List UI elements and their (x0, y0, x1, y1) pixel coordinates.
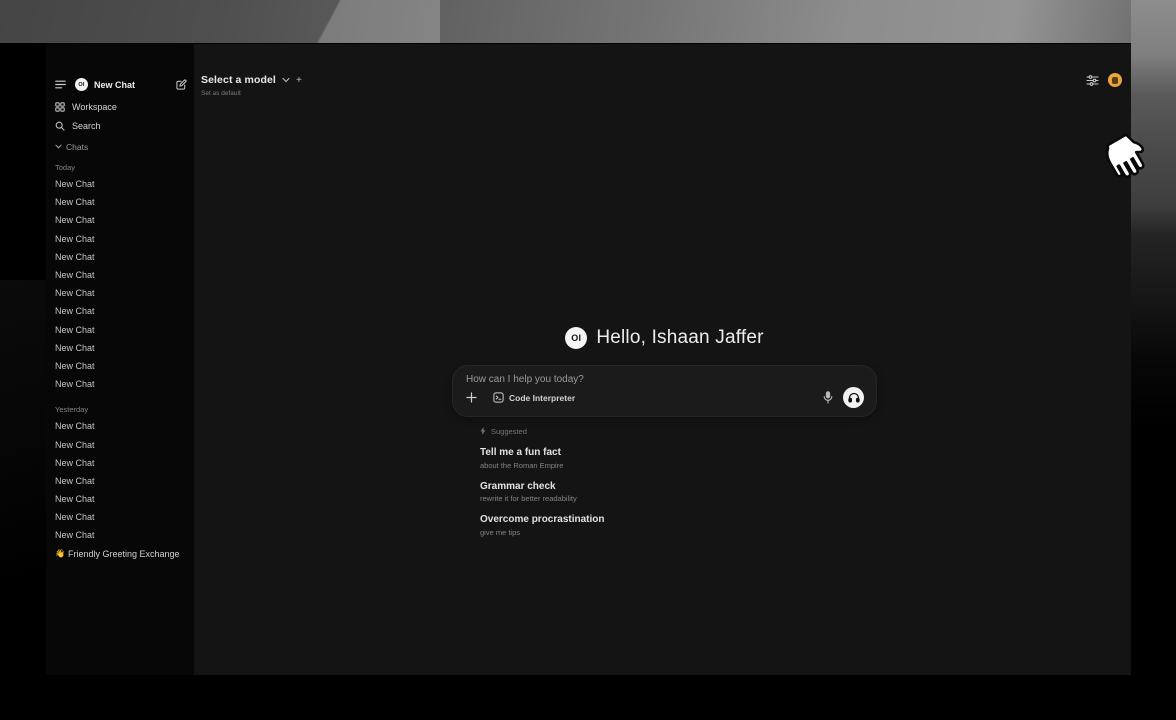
chat-list-item[interactable]: New Chat (55, 193, 187, 211)
group-label: Today (55, 157, 187, 175)
sidebar-header: OI New Chat (55, 77, 187, 92)
chat-list-item[interactable]: New Chat (55, 375, 187, 393)
chat-list-item[interactable]: New Chat (55, 211, 187, 229)
chat-list-item[interactable]: New Chat (55, 490, 187, 508)
desktop-background: OI New Chat Workspace Search (0, 0, 1176, 720)
chat-list-yesterday: New ChatNew ChatNew ChatNew ChatNew Chat… (55, 417, 187, 544)
named-chat-label: Friendly Greeting Exchange (68, 549, 180, 559)
chevron-down-icon[interactable] (282, 77, 290, 83)
chat-list-item[interactable]: New Chat (55, 339, 187, 357)
suggested-item-title: Grammar check (480, 481, 877, 493)
code-interpreter-label: Code Interpreter (509, 393, 575, 403)
suggested-item-title: Tell me a fun fact (480, 447, 877, 459)
chat-list-item[interactable]: New Chat (55, 248, 187, 266)
suggested-item-subtitle: give me tips (480, 528, 877, 537)
workspace-grid-icon (55, 102, 65, 112)
suggested-label: Suggested (491, 427, 527, 436)
microphone-icon[interactable] (823, 391, 833, 404)
suggested-item[interactable]: Grammar check rewrite it for better read… (480, 481, 877, 504)
chat-group-today: Today New ChatNew ChatNew ChatNew ChatNe… (55, 157, 187, 393)
chat-list-item[interactable]: New Chat (55, 417, 187, 435)
chat-list-item[interactable]: New Chat (55, 508, 187, 526)
chevron-down-icon (55, 144, 62, 149)
sidebar-toggle-icon[interactable] (55, 80, 66, 89)
search-label: Search (72, 121, 101, 131)
suggested-item-subtitle: rewrite it for better readability (480, 494, 877, 503)
search-icon (55, 121, 65, 131)
composer-toolbar: Code Interpreter (466, 387, 864, 408)
suggested-item-subtitle: about the Roman Empire (480, 461, 877, 470)
wallpaper-right-band (1131, 0, 1176, 720)
sidebar-item-search[interactable]: Search (55, 116, 187, 135)
header-right-controls (1086, 73, 1122, 87)
chat-list-item-named[interactable]: 👋 Friendly Greeting Exchange (55, 545, 187, 563)
attach-plus-icon[interactable] (466, 392, 477, 403)
sidebar-title: New Chat (94, 80, 135, 90)
wallpaper-left-shape (0, 280, 46, 580)
chat-list-item[interactable]: New Chat (55, 302, 187, 320)
chat-list-item[interactable]: New Chat (55, 526, 187, 544)
user-avatar[interactable] (1108, 73, 1122, 87)
chat-list-item[interactable]: New Chat (55, 284, 187, 302)
chat-list-item[interactable]: New Chat (55, 435, 187, 453)
sidebar: OI New Chat Workspace Search (46, 44, 194, 675)
suggested-section: Suggested Tell me a fun fact about the R… (452, 426, 877, 537)
sidebar-item-workspace[interactable]: Workspace (55, 97, 187, 116)
model-selector[interactable]: Select a model (201, 74, 276, 86)
chat-list-item[interactable]: New Chat (55, 357, 187, 375)
chat-group-yesterday: Yesterday New ChatNew ChatNew ChatNew Ch… (55, 399, 187, 563)
model-selector-bar: Select a model + Set as default (201, 74, 302, 97)
bolt-icon (480, 427, 486, 435)
greeting-row: OI Hello, Ishaan Jaffer (452, 327, 877, 349)
message-input[interactable] (466, 374, 864, 385)
chat-list-today: New ChatNew ChatNew ChatNew ChatNew Chat… (55, 175, 187, 393)
wallpaper-top-band (0, 0, 1176, 43)
voice-call-button[interactable] (843, 387, 864, 408)
message-composer[interactable]: Code Interpreter (452, 365, 877, 417)
avatar-glyph (1112, 77, 1118, 84)
set-as-default-link[interactable]: Set as default (201, 90, 302, 97)
suggested-item-title: Overcome procrastination (480, 514, 877, 526)
code-interpreter-icon (493, 392, 504, 403)
chat-list-item[interactable]: New Chat (55, 472, 187, 490)
wave-emoji: 👋 (55, 550, 65, 558)
main-area: Select a model + Set as default (194, 44, 1131, 675)
suggested-header: Suggested (480, 426, 877, 436)
open-webui-window: OI New Chat Workspace Search (46, 44, 1131, 675)
chat-list-item[interactable]: New Chat (55, 454, 187, 472)
greeting-text: Hello, Ishaan Jaffer (596, 327, 763, 349)
chats-section-label: Chats (66, 142, 88, 152)
workspace-label: Workspace (72, 102, 117, 112)
group-label: Yesterday (55, 399, 187, 417)
controls-sliders-icon[interactable] (1086, 75, 1099, 86)
suggested-item[interactable]: Overcome procrastination give me tips (480, 514, 877, 537)
suggested-item[interactable]: Tell me a fun fact about the Roman Empir… (480, 447, 877, 470)
app-logo: OI (565, 327, 587, 349)
home-center-stack: OI Hello, Ishaan Jaffer Code Inter (452, 327, 877, 537)
chats-section-toggle[interactable]: Chats (55, 136, 187, 157)
suggested-list: Tell me a fun fact about the Roman Empir… (480, 447, 877, 537)
new-chat-icon[interactable] (176, 79, 187, 90)
chat-list-item[interactable]: New Chat (55, 230, 187, 248)
chat-list-item[interactable]: New Chat (55, 175, 187, 193)
app-logo: OI (75, 78, 88, 91)
chat-list-item[interactable]: New Chat (55, 321, 187, 339)
code-interpreter-toggle[interactable]: Code Interpreter (493, 392, 575, 403)
headphones-icon (848, 392, 860, 403)
add-model-button[interactable]: + (296, 75, 302, 86)
chat-list-item[interactable]: New Chat (55, 266, 187, 284)
